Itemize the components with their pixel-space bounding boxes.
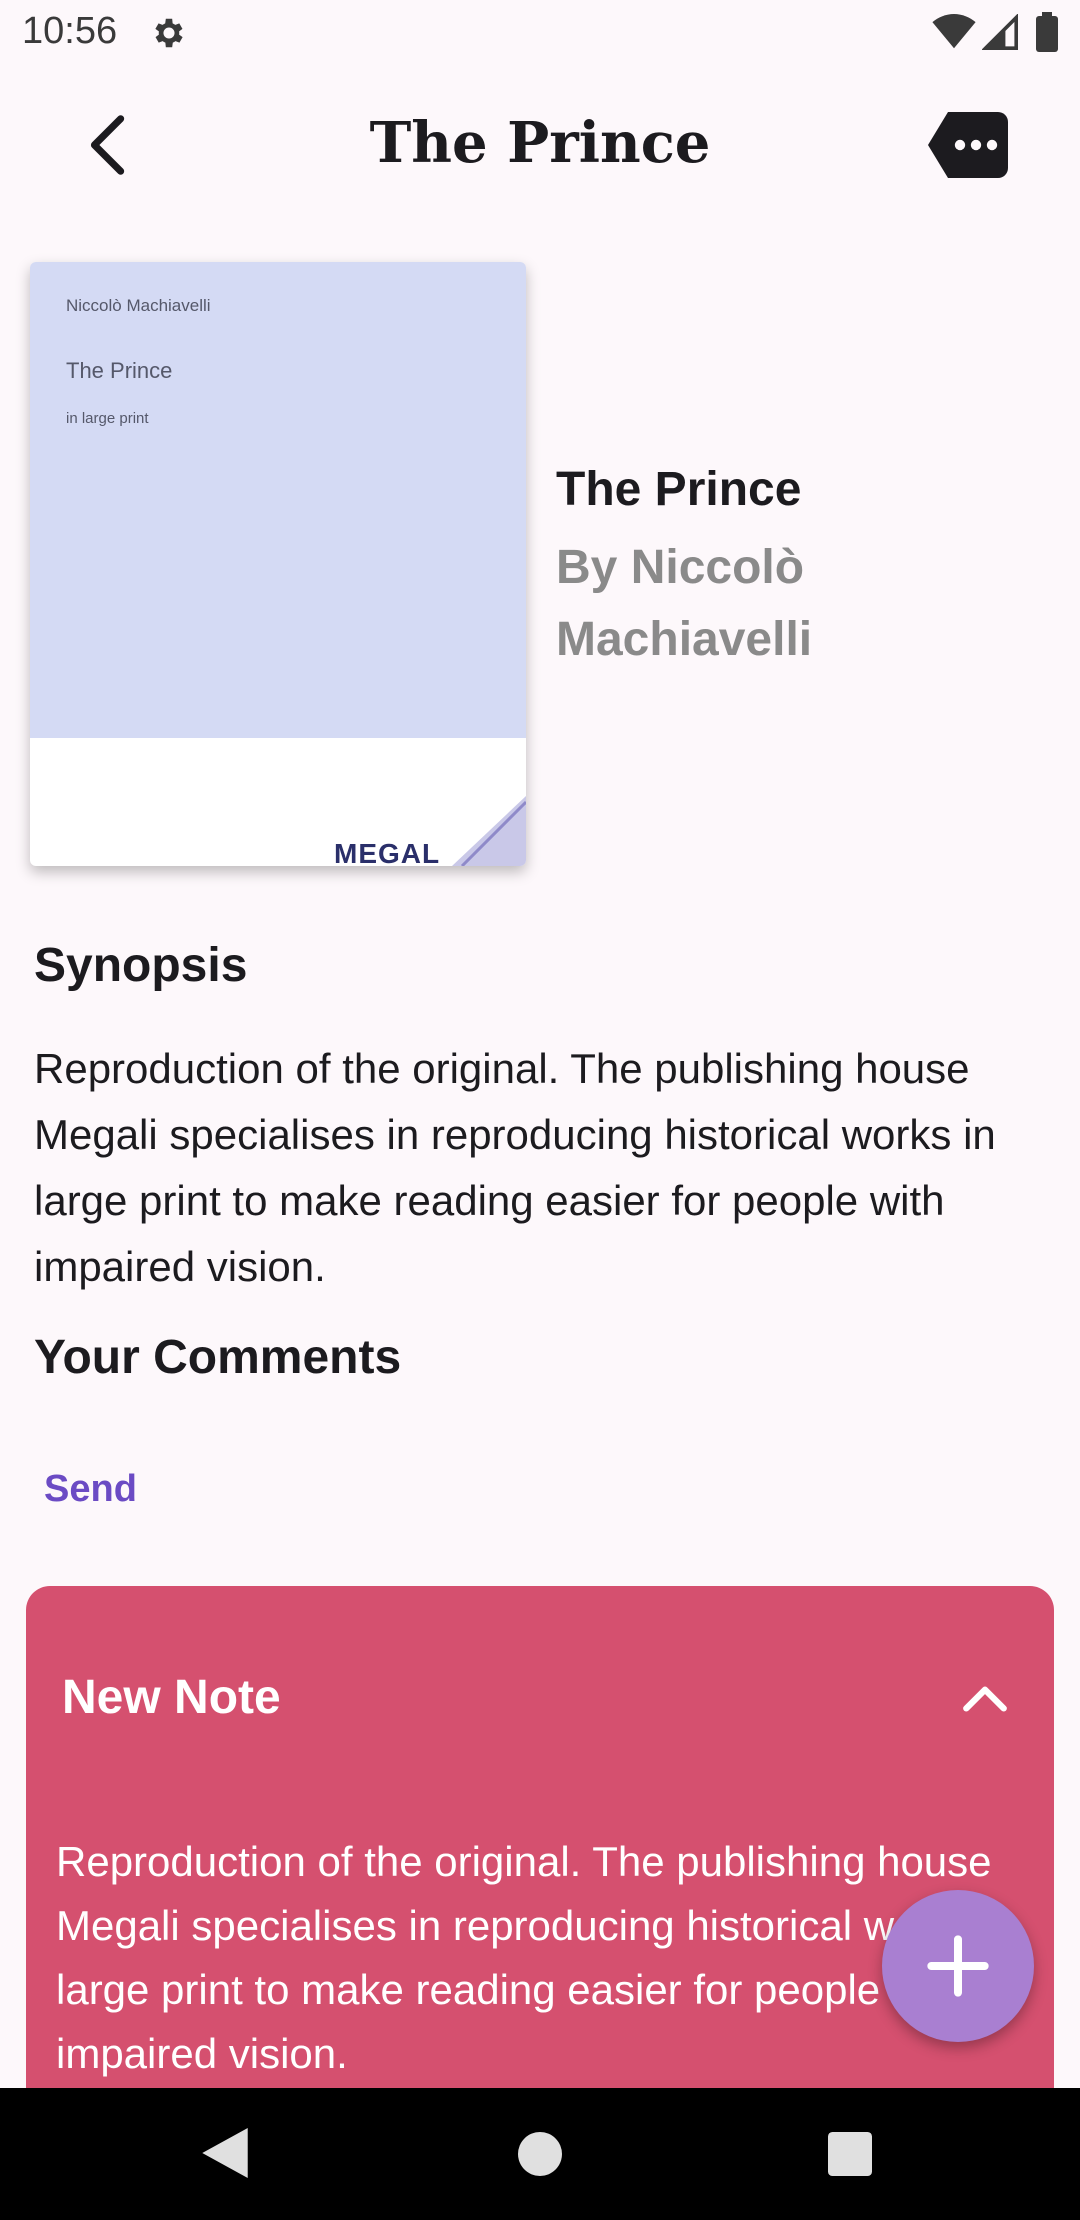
signal-icon (982, 14, 1018, 50)
nav-back-icon[interactable] (202, 2128, 248, 2178)
battery-icon (1036, 12, 1058, 52)
cover-author: Niccolò Machiavelli (66, 296, 211, 315)
system-nav-bar (0, 2088, 1080, 2220)
page-curl-graphic (452, 796, 526, 866)
cover-publisher: MEGAL (334, 838, 441, 866)
cover-subtitle: in large print (66, 410, 149, 427)
gear-icon (155, 18, 183, 48)
comment-icon[interactable] (928, 112, 1008, 178)
note-card[interactable]: New Note Reproduction of the original. T… (26, 1586, 1054, 2146)
comments-heading: Your Comments (34, 1331, 402, 1384)
status-bar: 10:56 (0, 0, 1080, 66)
status-time: 10:56 (22, 10, 118, 52)
cover-title: The Prince (66, 358, 173, 383)
nav-recents-icon[interactable] (828, 2132, 872, 2176)
book-cover[interactable]: Niccolò Machiavelli The Prince in large … (30, 262, 526, 866)
cover-top-panel (30, 262, 526, 738)
nav-home-icon[interactable] (518, 2132, 562, 2176)
add-note-button[interactable] (882, 1890, 1034, 2042)
page-title: The Prince (369, 110, 711, 176)
top-app-bar: The Prince (0, 66, 1080, 222)
chevron-up-icon[interactable] (960, 1678, 1010, 1718)
book-title: The Prince (556, 463, 802, 516)
synopsis-text: Reproduction of the original. The publis… (34, 1045, 996, 1290)
synopsis-heading: Synopsis (34, 939, 248, 992)
wifi-icon (932, 14, 976, 49)
book-author: By Niccolò Machiavelli (556, 541, 813, 666)
plus-icon (927, 1935, 989, 1997)
send-button[interactable]: Send (28, 1460, 153, 1519)
note-title: New Note (62, 1671, 281, 1724)
